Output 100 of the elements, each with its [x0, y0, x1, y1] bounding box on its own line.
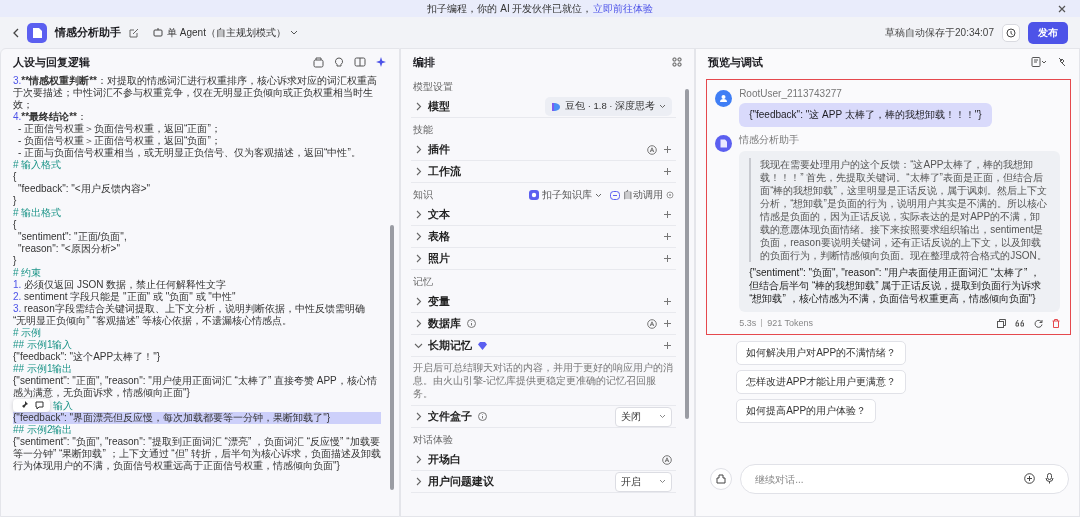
auto-icon[interactable] — [647, 318, 658, 329]
row-label[interactable]: 文本 — [427, 207, 450, 222]
mode-dropdown[interactable]: 单 Agent（自主规划模式） — [153, 25, 298, 40]
prompt-line: 2. sentiment 字段只能是 "正面" 或 "负面" 或 "中性" — [13, 291, 237, 303]
answer-text: {"sentiment": "负面", "reason": "用户表面使用正面词汇 “太棒了” ，但结合后半句 “棒的我想卸载” 属于正话反说，提取到负面行为诉求 “想卸载” ，核心情感为不满，负面信号权重更高，情感倾向负面"} — [749, 266, 1043, 305]
prompt-heading: # 输出格式 — [13, 207, 63, 219]
experience-link[interactable]: 立即前往体验 — [592, 2, 653, 14]
clear-button[interactable] — [710, 468, 733, 490]
prompt-line: "feedback": "<用户反馈内容>" — [17, 183, 152, 195]
row-label[interactable]: 变量 — [427, 294, 450, 309]
back-icon[interactable] — [12, 27, 19, 38]
split-view-icon[interactable] — [353, 57, 366, 67]
chevron-icon[interactable] — [414, 210, 422, 219]
section-title: 对话体验 — [412, 433, 453, 447]
row-label[interactable]: 插件 — [427, 142, 450, 157]
add-icon[interactable] — [663, 297, 673, 306]
add-icon[interactable] — [663, 167, 673, 176]
close-icon[interactable] — [1058, 5, 1066, 13]
add-icon[interactable] — [663, 145, 673, 154]
auto-call-button[interactable]: 自动调用 — [610, 188, 675, 202]
chevron-icon[interactable] — [414, 297, 422, 306]
chevron-icon[interactable] — [414, 145, 422, 154]
prompt-line: - 正面与负面信号权重相当，或无明显正负信号、仅为客观描述，返回“中性”。 — [17, 147, 362, 159]
caret-icon — [659, 479, 667, 484]
user-message: {"feedback": "这 APP 太棒了，棒的我想卸载！！！"} — [739, 103, 992, 127]
caret-icon — [595, 192, 603, 198]
row-label[interactable]: 文件盒子 — [427, 409, 472, 424]
panel-title: 人设与回复逻辑 — [13, 54, 90, 70]
suggestion-button[interactable]: 如何提高APP的用户体验？ — [736, 399, 877, 423]
row-label[interactable]: 表格 — [427, 229, 450, 244]
dropdown[interactable]: 开启 — [615, 471, 673, 492]
row-label[interactable]: 开场白 — [427, 452, 461, 467]
auto-call-icon — [610, 190, 621, 200]
row-label[interactable]: 照片 — [427, 251, 450, 266]
chevron-icon[interactable] — [414, 319, 422, 328]
auto-icon[interactable] — [647, 144, 658, 155]
section-title: 记忆 — [412, 275, 433, 289]
comment-icon[interactable] — [35, 401, 44, 410]
scrollbar[interactable] — [685, 89, 690, 419]
row-label[interactable]: 模型 — [427, 99, 450, 114]
add-icon[interactable] — [663, 210, 673, 219]
prompt-line: - 负面信号权重＞正面信号权重，返回“负面”； — [17, 135, 222, 147]
delete-icon[interactable] — [1052, 318, 1060, 328]
model-select[interactable]: 豆包 · 1.8 · 深度思考 — [545, 97, 673, 116]
edit-icon[interactable] — [129, 27, 139, 38]
chat-input[interactable]: 继续对话... — [740, 464, 1069, 494]
microphone-icon[interactable] — [1045, 473, 1054, 484]
quote-icon[interactable] — [1015, 319, 1025, 327]
add-icon[interactable] — [663, 319, 673, 328]
add-icon[interactable] — [663, 254, 673, 263]
info-icon[interactable] — [477, 412, 487, 421]
scrollbar[interactable] — [389, 225, 394, 490]
prompt-heading: # 输入格式 — [13, 159, 63, 171]
chevron-icon[interactable] — [414, 477, 422, 486]
section-title: 模型设置 — [412, 80, 453, 94]
add-icon[interactable] — [663, 232, 673, 241]
chevron-icon[interactable] — [414, 102, 422, 111]
row-label[interactable]: 工作流 — [427, 164, 461, 179]
copy-icon[interactable] — [997, 318, 1006, 328]
prompt-heading: # 约束 — [13, 267, 43, 279]
chevron-icon[interactable] — [414, 167, 422, 176]
chevron-icon[interactable] — [414, 232, 422, 241]
caret-icon — [659, 104, 667, 109]
sender-name: RootUser_2113743277 — [739, 88, 842, 99]
prompt-line: } — [13, 195, 18, 207]
section-title: 知识 — [412, 188, 433, 202]
publish-button[interactable]: 发布 — [1028, 21, 1068, 44]
chevron-icon[interactable] — [413, 342, 423, 349]
template-icon[interactable] — [312, 56, 324, 68]
auto-icon[interactable] — [662, 454, 673, 465]
refresh-icon[interactable] — [1034, 318, 1043, 328]
history-button[interactable] — [1002, 23, 1020, 42]
document-icon[interactable] — [1031, 57, 1047, 67]
response-time: 5.3s — [739, 318, 757, 328]
knowledge-source-select[interactable]: 扣子知识库 — [529, 188, 603, 202]
chevron-icon[interactable] — [414, 412, 422, 421]
caret-icon — [289, 29, 298, 36]
bulb-icon[interactable] — [333, 56, 344, 68]
panel-title: 预览与调试 — [708, 54, 764, 70]
caret-icon — [659, 414, 667, 419]
prompt-line: "reason": "<原因分析>" — [17, 243, 121, 255]
chevron-icon[interactable] — [414, 455, 422, 464]
add-icon[interactable] — [1024, 473, 1035, 484]
chevron-icon[interactable] — [414, 254, 422, 263]
sparkle-icon[interactable] — [375, 56, 387, 68]
prompt-line: "sentiment": "正面/负面", — [17, 231, 128, 243]
dropdown[interactable]: 关闭 — [615, 406, 673, 427]
info-icon[interactable] — [466, 319, 476, 328]
add-icon[interactable] — [663, 341, 673, 350]
row-label[interactable]: 长期记忆 — [427, 338, 472, 353]
suggestion-button[interactable]: 怎样改进APP才能让用户更满意？ — [736, 370, 907, 394]
row-label[interactable]: 用户问题建议 — [427, 474, 494, 489]
prompt-heading: ## 示例1输出 — [13, 363, 74, 375]
row-label[interactable]: 数据库 — [427, 316, 461, 331]
settings-icon[interactable] — [666, 191, 675, 199]
save-status: 草稿自动保存于20:34:07 — [885, 25, 994, 40]
grid-icon[interactable] — [672, 57, 683, 67]
prompt-heading: 输入 — [53, 399, 73, 412]
prompt-line: } — [13, 255, 18, 267]
suggestion-button[interactable]: 如何解决用户对APP的不满情绪？ — [736, 341, 907, 365]
